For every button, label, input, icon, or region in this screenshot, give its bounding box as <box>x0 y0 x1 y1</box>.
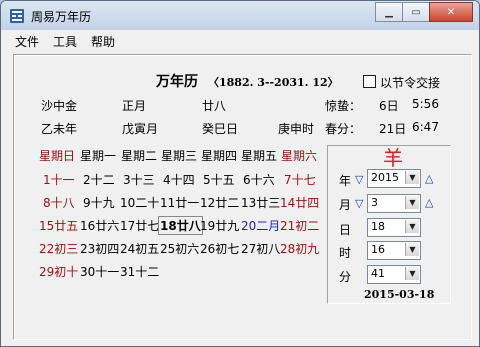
day-cell[interactable]: 4十四 <box>163 171 195 188</box>
close-icon: ✕ <box>446 6 456 18</box>
weekday-tue: 星期二 <box>121 149 158 163</box>
app-icon <box>10 9 24 23</box>
chunfen-label: 春分： <box>325 122 362 136</box>
year-select[interactable]: 2015 ▼ <box>367 169 421 188</box>
minute-value: 41 <box>371 267 385 280</box>
day-cell[interactable]: 1十一 <box>43 171 75 188</box>
chunfen-time: 6:47 <box>412 120 439 134</box>
weekday-sun: 星期日 <box>39 149 76 163</box>
day-cell[interactable]: 14廿四 <box>280 194 319 211</box>
day-cell[interactable]: 5十五 <box>203 171 235 188</box>
chevron-down-icon[interactable]: ▼ <box>405 267 419 280</box>
day-select[interactable]: 18 ▼ <box>367 218 421 237</box>
lunar-day-text: 廿八 <box>202 99 227 113</box>
title-bar: 周易万年历 ▁ ▭ ✕ <box>1 1 479 30</box>
chevron-down-icon[interactable]: ▼ <box>405 171 419 184</box>
hour-label: 时 <box>339 246 352 260</box>
day-cell[interactable]: 15廿五 <box>39 217 78 234</box>
weekday-wed: 星期三 <box>161 149 198 163</box>
weekday-thu: 星期四 <box>201 149 238 163</box>
day-cell[interactable]: 7十七 <box>284 171 316 188</box>
maximize-icon: ▭ <box>411 6 421 18</box>
menu-help[interactable]: 帮助 <box>91 33 115 50</box>
nayin-text: 沙中金 <box>41 99 78 113</box>
weekday-mon: 星期一 <box>80 149 117 163</box>
day-cell[interactable]: 13廿三 <box>241 194 280 211</box>
day-cell[interactable]: 9十九 <box>83 194 115 211</box>
day-cell[interactable]: 20二月 <box>241 217 280 234</box>
year-value: 2015 <box>371 171 399 184</box>
day-cell[interactable]: 23初四 <box>80 240 119 257</box>
year-range: 〈1882. 3--2031. 12〉 <box>208 76 339 89</box>
month-down-icon[interactable]: ▽ <box>355 197 363 210</box>
day-cell[interactable]: 22初三 <box>39 240 78 257</box>
day-cell[interactable]: 2十二 <box>83 171 115 188</box>
menu-file[interactable]: 文件 <box>15 33 39 50</box>
page-title: 万年历 <box>156 74 198 90</box>
month-value: 3 <box>371 196 378 209</box>
menu-tools[interactable]: 工具 <box>53 33 77 50</box>
minute-label: 分 <box>339 270 352 284</box>
ganzhi-year: 乙未年 <box>41 122 78 136</box>
minimize-icon: ▁ <box>385 6 393 18</box>
window-title: 周易万年历 <box>31 10 92 24</box>
jingzhe-day: 6日 <box>379 99 399 113</box>
year-label: 年 <box>339 174 352 188</box>
ganzhi-month: 戊寅月 <box>122 122 159 136</box>
jingzhe-time: 5:56 <box>412 97 439 111</box>
day-cell[interactable]: 6十六 <box>243 171 275 188</box>
chevron-down-icon[interactable]: ▼ <box>405 243 419 256</box>
day-cell[interactable]: 28初九 <box>280 240 319 257</box>
hour-select[interactable]: 16 ▼ <box>367 241 421 260</box>
ganzhi-day: 癸巳日 <box>202 122 239 136</box>
chunfen-day: 21日 <box>379 122 407 136</box>
day-cell[interactable]: 8十八 <box>43 194 75 211</box>
menu-bar: 文件 工具 帮助 <box>1 30 479 51</box>
month-select[interactable]: 3 ▼ <box>367 194 421 213</box>
weekday-fri: 星期五 <box>241 149 278 163</box>
day-cell[interactable]: 19廿九 <box>200 217 239 234</box>
weekday-sat: 星期六 <box>281 149 318 163</box>
zodiac-animal: 羊 <box>383 146 403 170</box>
selected-date: 2015-03-18 <box>364 288 435 301</box>
minimize-button[interactable]: ▁ <box>375 2 403 22</box>
ganzhi-hour: 庚申时 <box>278 122 315 136</box>
day-cell[interactable]: 27初八 <box>241 240 280 257</box>
day-cell[interactable]: 11廿一 <box>160 194 199 211</box>
month-up-icon[interactable]: △ <box>425 196 433 209</box>
day-label: 日 <box>339 223 352 237</box>
day-cell[interactable]: 31十二 <box>120 263 159 280</box>
day-cell[interactable]: 3十三 <box>123 171 155 188</box>
day-cell[interactable]: 26初七 <box>200 240 239 257</box>
day-cell[interactable]: 25初六 <box>160 240 199 257</box>
day-cell[interactable]: 16廿六 <box>80 217 119 234</box>
day-cell[interactable]: 24初五 <box>120 240 159 257</box>
day-cell[interactable]: 30十一 <box>80 263 119 280</box>
day-cell[interactable]: 21初二 <box>280 217 319 234</box>
day-cell[interactable]: 29初十 <box>39 263 78 280</box>
jingzhe-label: 惊蛰： <box>325 99 362 113</box>
maximize-button[interactable]: ▭ <box>402 2 430 22</box>
day-cell-today[interactable]: 18廿八 <box>158 216 203 235</box>
chevron-down-icon[interactable]: ▼ <box>405 220 419 233</box>
solar-term-checkbox[interactable] <box>363 75 376 88</box>
app-window: 周易万年历 ▁ ▭ ✕ 文件 工具 帮助 万年历 〈1882. 3--2031.… <box>0 0 480 347</box>
month-label: 月 <box>339 198 352 212</box>
day-cell[interactable]: 10二十 <box>120 194 159 211</box>
minute-select[interactable]: 41 ▼ <box>367 265 421 284</box>
day-value: 18 <box>371 220 385 233</box>
hour-value: 16 <box>371 243 385 256</box>
solar-term-checkbox-label: 以节令交接 <box>380 76 441 90</box>
year-down-icon[interactable]: ▽ <box>355 173 363 186</box>
day-cell[interactable]: 12廿二 <box>200 194 239 211</box>
lunar-month-text: 正月 <box>122 99 147 113</box>
close-button[interactable]: ✕ <box>429 2 473 22</box>
chevron-down-icon[interactable]: ▼ <box>405 196 419 209</box>
window-controls: ▁ ▭ ✕ <box>375 2 473 22</box>
day-cell[interactable]: 17廿七 <box>120 217 159 234</box>
year-up-icon[interactable]: △ <box>425 172 433 185</box>
